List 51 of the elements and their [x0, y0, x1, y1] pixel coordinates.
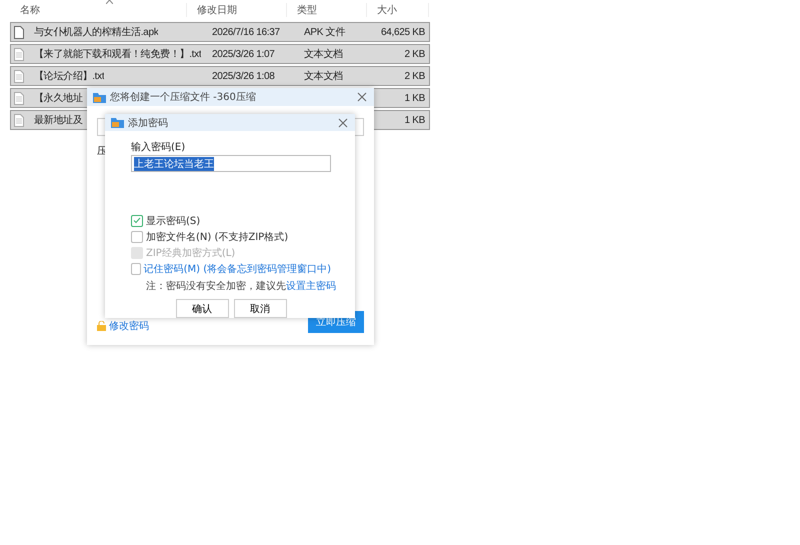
- dialog-title: 您将创建一个压缩文件 -360压缩: [110, 90, 257, 104]
- checkbox[interactable]: [131, 230, 143, 242]
- file-row[interactable]: 【来了就能下载和观看！纯免费！】.txt 2025/3/26 1:07 文本文档 2 KB: [10, 44, 430, 64]
- file-icon: [14, 48, 24, 60]
- file-name: 最新地址及: [33, 114, 83, 127]
- file-date: 2026/7/16 16:37: [211, 26, 281, 38]
- file-date: 2025/3/26 1:08: [211, 70, 276, 82]
- option-label: ZIP经典加密方式(L): [146, 246, 236, 260]
- file-icon: [14, 114, 24, 126]
- file-size: 1 KB: [404, 114, 426, 126]
- column-header[interactable]: 类型: [287, 3, 367, 17]
- folder-icon: [111, 117, 124, 128]
- file-type: 文本文档: [303, 70, 344, 83]
- file-icon: [14, 92, 24, 104]
- option-label: 显示密码(S): [146, 214, 200, 228]
- file-size: 2 KB: [404, 48, 426, 60]
- check-icon: [133, 217, 141, 224]
- option-label: 加密文件名(N) (不支持ZIP格式): [146, 230, 288, 244]
- file-name: 与女仆机器人的榨精生活.apk: [33, 26, 158, 39]
- checkbox[interactable]: [131, 262, 141, 274]
- dialog-title: 添加密码: [128, 116, 169, 130]
- file-size: 1 KB: [404, 92, 426, 104]
- password-field[interactable]: 上老王论坛当老王: [131, 155, 331, 172]
- note-text: 注：密码没有安全加密，建议先设置主密码: [146, 280, 336, 293]
- dialog-button[interactable]: 确认: [176, 299, 228, 318]
- dialog-button[interactable]: 取消: [234, 299, 286, 318]
- file-row[interactable]: 【论坛介绍】.txt 2025/3/26 1:08 文本文档 2 KB: [10, 66, 430, 86]
- file-name: 【来了就能下载和观看！纯免费！】.txt: [33, 48, 202, 61]
- file-size: 64,625 KB: [380, 26, 426, 38]
- folder-icon: [93, 92, 106, 102]
- file-icon: [14, 26, 24, 38]
- file-type: APK 文件: [303, 26, 346, 39]
- set-master-password-link[interactable]: 设置主密码: [286, 281, 336, 292]
- file-date: 2025/3/26 1:07: [211, 48, 276, 60]
- file-row[interactable]: 与女仆机器人的榨精生活.apk 2026/7/16 16:37 APK 文件 64,625 KB: [10, 22, 430, 42]
- file-name: 【永久地址: [33, 92, 83, 105]
- column-header[interactable]: 修改日期: [187, 3, 287, 17]
- column-header[interactable]: 名称: [10, 3, 187, 17]
- password-label: 输入密码(E): [131, 140, 186, 154]
- close-button[interactable]: [356, 91, 368, 103]
- checkbox[interactable]: [131, 214, 143, 226]
- lock-icon: [97, 321, 106, 331]
- change-password-link[interactable]: 修改密码: [97, 319, 149, 333]
- close-button[interactable]: [337, 116, 349, 128]
- column-header[interactable]: 大小: [367, 3, 429, 17]
- sort-caret-icon: [106, 0, 113, 4]
- option-label: 记住密码(M) (将会备忘到密码管理窗口中): [144, 262, 331, 276]
- file-icon: [14, 70, 24, 82]
- file-name: 【论坛介绍】.txt: [33, 70, 104, 83]
- file-size: 2 KB: [404, 70, 426, 82]
- file-type: 文本文档: [303, 48, 344, 61]
